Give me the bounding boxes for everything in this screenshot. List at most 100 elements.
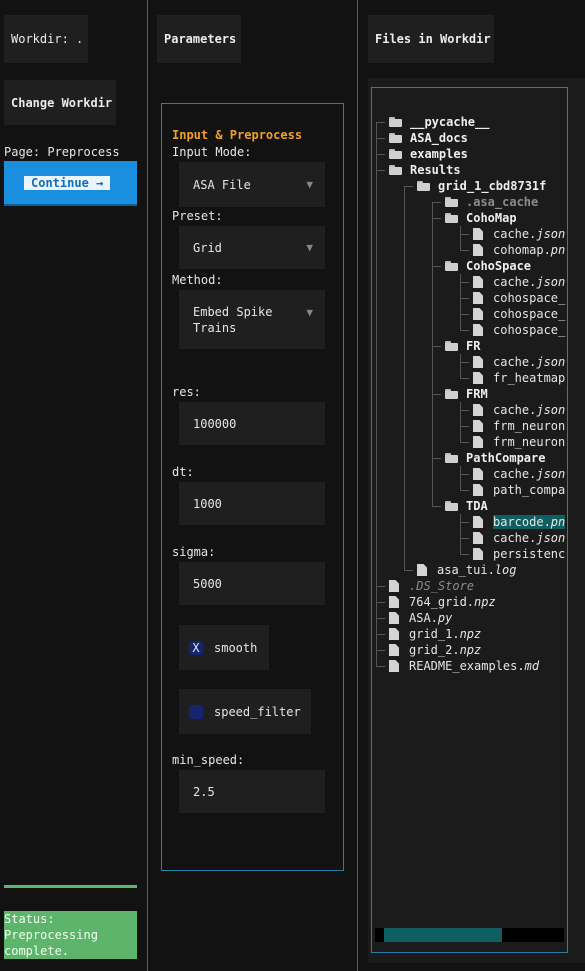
tree-guide-line [376, 634, 385, 635]
tree-folder[interactable]: CohoSpace [445, 258, 531, 274]
tree-file[interactable]: cohospace_ [473, 290, 565, 306]
tree-item-extension: json [536, 403, 566, 417]
tree-item-extension: md [524, 659, 540, 673]
file-tree[interactable]: __pycache__ ASA_docs examples Results grid_1… [371, 87, 568, 953]
tree-item-name: frm_neuron [493, 419, 566, 433]
tree-file[interactable]: cohomap.pn [473, 242, 565, 258]
file-tree-rows: __pycache__ ASA_docs examples Results grid_1… [372, 88, 567, 952]
tree-item-name: persistenc [493, 547, 566, 561]
tree-file[interactable]: asa_tui.log [417, 562, 516, 578]
tree-guide-line [460, 402, 461, 443]
tree-folder[interactable]: __pycache__ [389, 114, 489, 130]
tree-file[interactable]: cache.json [473, 466, 565, 482]
file-icon [389, 580, 399, 592]
input-mode-select[interactable]: ASA File ▼ [179, 162, 325, 207]
tree-guide-line [460, 234, 469, 235]
tree-file[interactable]: .DS_Store [389, 578, 474, 594]
tree-item-name: cohospace_ [493, 307, 566, 321]
tree-file[interactable]: path_compa [473, 482, 565, 498]
tree-file[interactable]: grid_1.npz [389, 626, 481, 642]
tree-item-name: cache. [493, 403, 537, 417]
tree-item-extension: pn [550, 243, 566, 257]
horizontal-scrollbar[interactable] [375, 928, 564, 942]
tree-file[interactable]: cohospace_ [473, 306, 565, 322]
tree-folder[interactable]: Results [389, 162, 461, 178]
tree-item-name: grid_1_cbd8731f [438, 179, 547, 193]
file-icon [473, 420, 483, 432]
res-label: res: [172, 385, 201, 399]
tree-file[interactable]: barcode.pn [473, 514, 566, 530]
tree-file[interactable]: cache.json [473, 354, 565, 370]
folder-icon [445, 341, 458, 351]
tree-file[interactable]: cohospace_ [473, 322, 565, 338]
tree-file[interactable]: fr_heatmap [473, 370, 565, 386]
speed-filter-label: speed_filter [214, 704, 301, 719]
tree-file[interactable]: cache.json [473, 274, 565, 290]
file-icon [473, 356, 483, 368]
tree-guide-line [460, 330, 469, 331]
file-icon [473, 276, 483, 288]
parameters-header: Parameters [157, 15, 241, 63]
folder-icon [389, 149, 402, 159]
dt-label: dt: [172, 465, 194, 479]
folder-icon [445, 197, 458, 207]
tree-guide-line [404, 186, 413, 187]
res-input[interactable]: 100000 [179, 402, 325, 445]
tree-file[interactable]: cache.json [473, 226, 565, 242]
tree-item-name: FR [466, 339, 481, 353]
tree-folder[interactable]: FR [445, 338, 480, 354]
folder-icon [445, 501, 458, 511]
preset-value: Grid [193, 240, 222, 255]
tree-item-name: CohoMap [466, 211, 517, 225]
tree-item-name: cache. [493, 531, 537, 545]
tree-guide-line [460, 274, 461, 331]
sigma-input[interactable]: 5000 [179, 562, 325, 605]
continue-button-label: Continue → [24, 176, 111, 190]
speed-filter-checkbox[interactable]: speed_filter [179, 689, 311, 734]
method-select[interactable]: Embed Spike Trains ▼ [179, 290, 325, 349]
tree-item-extension: json [536, 355, 566, 369]
tree-file[interactable]: grid_2.npz [389, 642, 481, 658]
change-workdir-button[interactable]: Change Workdir [4, 80, 116, 125]
tree-guide-line [404, 570, 413, 571]
tree-folder[interactable]: PathCompare [445, 450, 545, 466]
tree-file[interactable]: ASA.py [389, 610, 452, 626]
tree-folder[interactable]: TDA [445, 498, 488, 514]
tree-guide-line [404, 186, 405, 571]
tree-folder[interactable]: FRM [445, 386, 488, 402]
tree-guide-line [376, 170, 385, 171]
tree-item-name: CohoSpace [466, 259, 532, 273]
tree-folder[interactable]: grid_1_cbd8731f [417, 178, 546, 194]
tree-folder[interactable]: CohoMap [445, 210, 517, 226]
file-icon [473, 436, 483, 448]
tree-item-extension: json [536, 227, 566, 241]
dt-input[interactable]: 1000 [179, 482, 325, 525]
tree-item-name: README_examples. [409, 659, 525, 673]
tree-file[interactable]: cache.json [473, 402, 565, 418]
tree-folder[interactable]: ASA_docs [389, 130, 468, 146]
tree-file[interactable]: frm_neuron [473, 418, 565, 434]
tree-file[interactable]: frm_neuron [473, 434, 565, 450]
tree-file[interactable]: README_examples.md [389, 658, 539, 674]
tree-item-name: frm_neuron [493, 435, 566, 449]
file-icon [473, 404, 483, 416]
tree-folder[interactable]: .asa_cache [445, 194, 538, 210]
tree-file[interactable]: 764_grid.npz [389, 594, 496, 610]
smooth-checkbox[interactable]: X smooth [179, 625, 269, 670]
tree-guide-line [460, 298, 469, 299]
tree-file[interactable]: cache.json [473, 530, 565, 546]
preset-select[interactable]: Grid ▼ [179, 226, 325, 269]
tree-guide-line [376, 122, 377, 667]
tree-folder[interactable]: examples [389, 146, 468, 162]
status-message: Status: Preprocessing complete. [4, 911, 137, 959]
min-speed-input[interactable]: 2.5 [179, 770, 325, 813]
scrollbar-thumb[interactable] [384, 928, 502, 942]
tree-guide-line [460, 442, 469, 443]
tree-guide-line [460, 522, 469, 523]
continue-button[interactable]: Continue → [4, 161, 137, 206]
folder-icon [445, 261, 458, 271]
column-divider [147, 0, 148, 971]
tree-file[interactable]: persistenc [473, 546, 565, 562]
method-label: Method: [172, 273, 223, 287]
folder-icon [445, 453, 458, 463]
